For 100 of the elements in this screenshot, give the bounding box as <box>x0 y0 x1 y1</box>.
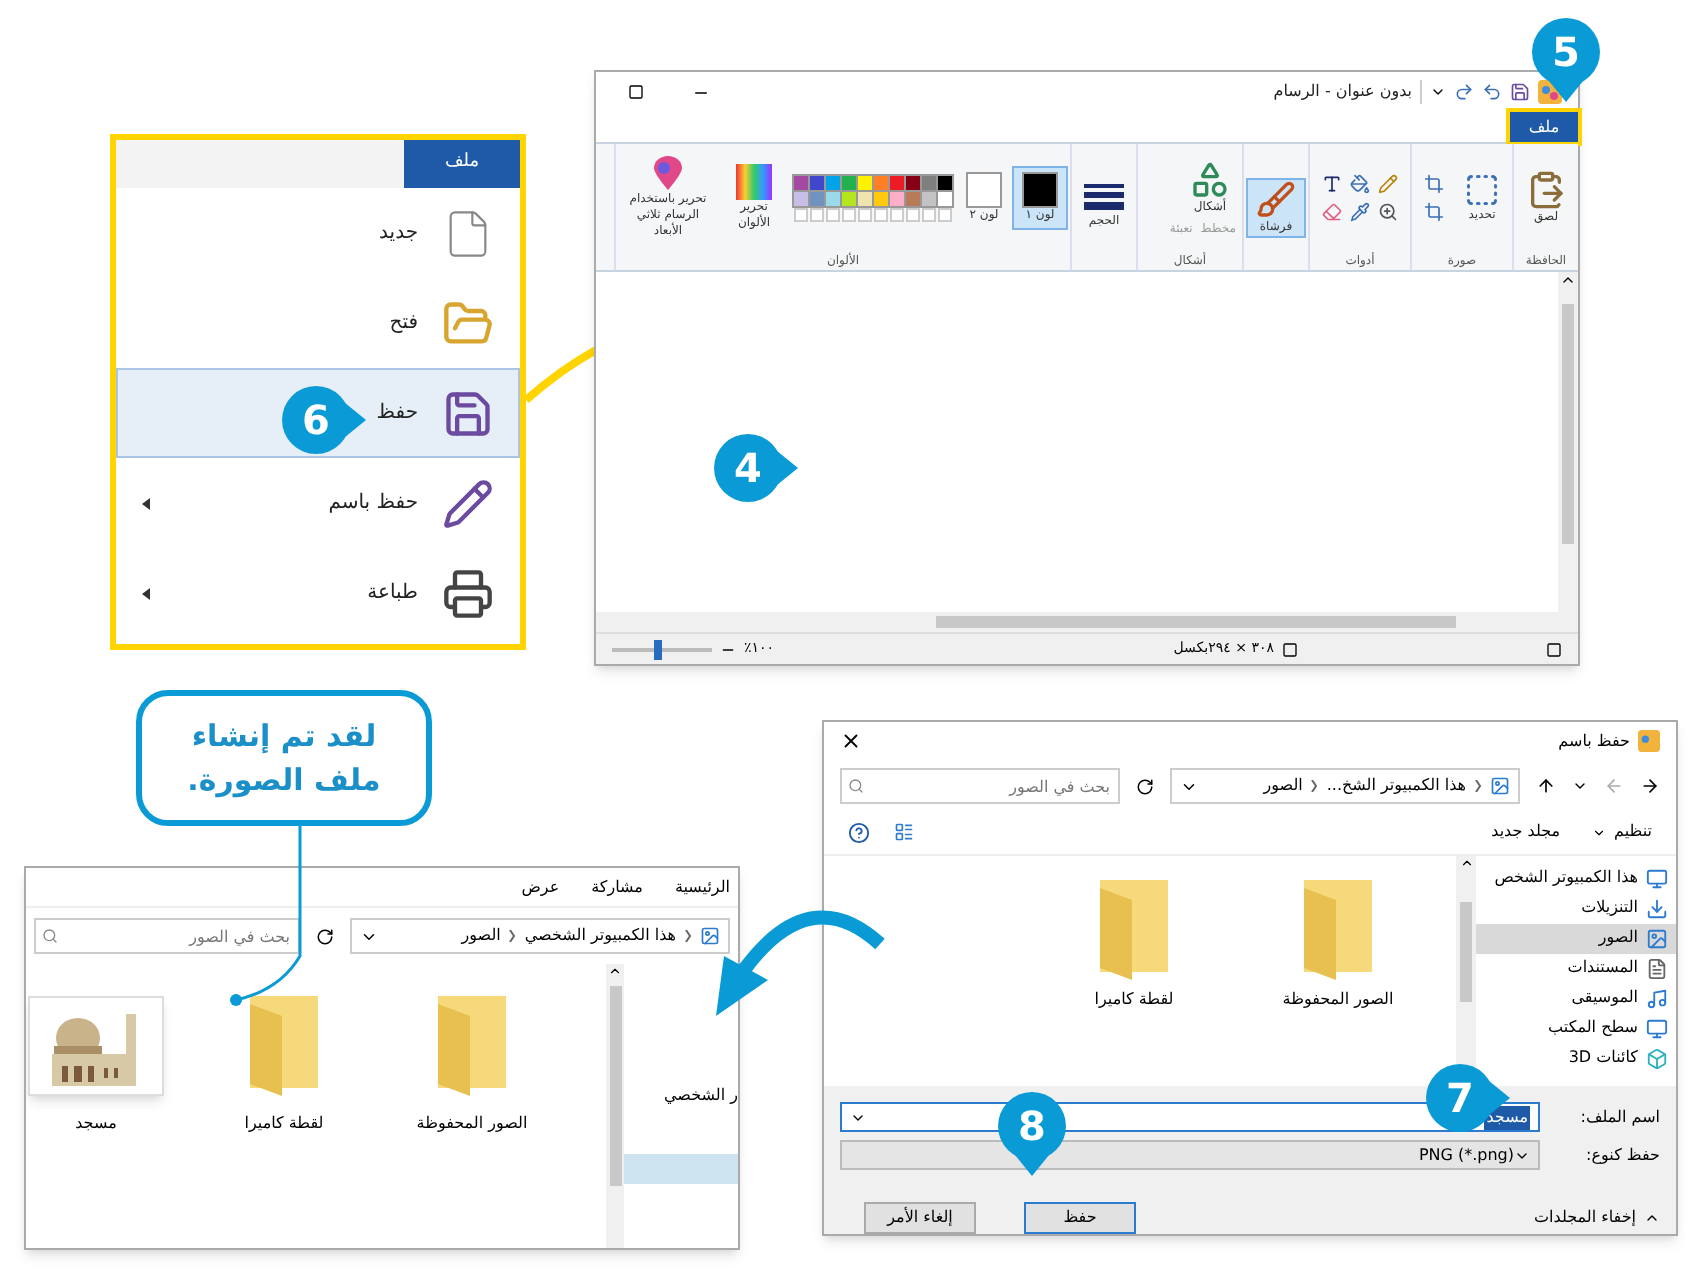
file-item[interactable]: الصور المحفوظة <box>402 996 542 1248</box>
pictures-icon <box>1646 927 1668 950</box>
view-icon[interactable] <box>894 822 914 843</box>
save-button[interactable]: حفظ <box>1024 1202 1136 1234</box>
palette-swatch[interactable] <box>826 175 840 189</box>
nav-item[interactable]: التنزيلات <box>1476 893 1676 924</box>
palette-swatch[interactable] <box>794 191 808 205</box>
palette-swatch[interactable] <box>922 175 936 189</box>
palette-swatch[interactable] <box>874 191 888 205</box>
file-item[interactable]: لقطة كاميرا <box>214 996 354 1248</box>
palette-swatch[interactable] <box>874 175 888 189</box>
file-tab[interactable]: ملف <box>404 140 520 188</box>
palette-swatch[interactable] <box>858 175 872 189</box>
refresh-icon[interactable] <box>316 927 334 945</box>
mosque-thumbnail[interactable] <box>28 996 164 1096</box>
chevron-icon <box>1644 1210 1660 1226</box>
menu-item[interactable]: جديد <box>116 188 520 278</box>
menu-item[interactable]: طباعة <box>116 548 520 638</box>
crop-icon <box>1424 174 1444 194</box>
palette-swatch[interactable] <box>906 175 920 189</box>
file-tab[interactable]: ملف <box>1510 112 1578 142</box>
palette-swatch[interactable] <box>890 175 904 189</box>
scrollbar-thumb[interactable] <box>936 616 1456 628</box>
palette-swatch[interactable] <box>922 191 936 205</box>
clipboard-icon <box>1526 170 1566 210</box>
folder-item[interactable]: الصور المحفوظة <box>1268 879 1408 1086</box>
nav-item[interactable]: ر الشخصي <box>624 1084 738 1114</box>
address-bar[interactable]: هذا الكمبيوتر الشخصي الصور <box>350 918 730 954</box>
path-segment[interactable]: الصور <box>1263 774 1303 799</box>
path-segment[interactable]: هذا الكمبيوتر الشخصي <box>524 924 676 948</box>
magnifier-icon[interactable] <box>1378 202 1398 222</box>
ribbon-tab[interactable]: الرئيسية <box>674 875 730 899</box>
palette-swatch[interactable] <box>938 175 952 189</box>
zoom-slider-thumb[interactable] <box>653 639 661 659</box>
menu-item-label: طباعة <box>367 580 418 608</box>
palette-swatch[interactable] <box>890 191 904 205</box>
file-type-select[interactable]: PNG (*.png) <box>840 1140 1540 1170</box>
folder-icon <box>442 297 494 349</box>
save-icon[interactable] <box>1510 82 1530 102</box>
palette-swatch[interactable] <box>906 191 920 205</box>
ribbon-tab[interactable]: مشاركة <box>591 875 643 899</box>
fill-icon[interactable] <box>1350 174 1370 194</box>
path-segment[interactable]: الصور <box>461 924 501 948</box>
palette-swatch[interactable] <box>810 175 824 189</box>
forward-icon[interactable] <box>1604 776 1624 797</box>
pencil-icon[interactable] <box>1378 174 1398 194</box>
help-icon[interactable] <box>848 821 870 844</box>
dropdown-icon <box>1592 825 1607 840</box>
nav-item[interactable]: الموسيقى <box>1476 983 1676 1014</box>
scrollbar-thumb[interactable] <box>1460 901 1472 1002</box>
maximize-icon[interactable] <box>628 84 644 100</box>
nav-item[interactable]: كائنات 3D <box>1476 1043 1676 1074</box>
field-label: اسم الملف: <box>1578 1105 1660 1129</box>
eraser-icon[interactable] <box>1322 202 1342 222</box>
new-folder-button[interactable]: مجلد جديد <box>1491 820 1561 845</box>
nav-item[interactable]: المستندات <box>1476 953 1676 984</box>
scrollbar-thumb[interactable] <box>1562 304 1574 544</box>
menu-item-label: حفظ باسم <box>328 490 418 518</box>
refresh-icon[interactable] <box>1136 777 1154 796</box>
address-bar[interactable]: هذا الكمبيوتر الشخ... الصور <box>1170 768 1520 805</box>
palette-swatch[interactable] <box>858 191 872 205</box>
palette-swatch[interactable] <box>794 175 808 189</box>
up-icon[interactable] <box>1536 776 1556 797</box>
menu-item[interactable]: فتح <box>116 278 520 368</box>
text-icon[interactable] <box>1322 174 1342 194</box>
search-icon <box>42 928 58 944</box>
file-item[interactable]: مسجد <box>26 996 166 1248</box>
breadcrumb-chevron-icon <box>508 930 517 942</box>
palette-swatch[interactable] <box>842 191 856 205</box>
nav-item[interactable]: هذا الكمبيوتر الشخص <box>1476 863 1676 894</box>
paint-app-icon <box>1638 730 1660 753</box>
menu-item[interactable]: حفظ باسم <box>116 458 520 548</box>
nav-item[interactable]: سطح المكتب <box>1476 1013 1676 1044</box>
palette-swatch[interactable] <box>842 175 856 189</box>
scroll-up-icon[interactable] <box>1459 855 1473 870</box>
pictures-icon <box>1490 776 1510 797</box>
color-picker-icon[interactable] <box>1350 202 1370 222</box>
folder-item[interactable]: لقطة كاميرا <box>1064 879 1204 1086</box>
close-icon[interactable] <box>840 730 862 753</box>
folder-icon <box>438 996 506 1096</box>
palette-swatch[interactable] <box>938 191 952 205</box>
scroll-up-icon[interactable] <box>1560 272 1576 288</box>
ribbon-tab[interactable]: عرض <box>521 875 560 899</box>
path-segment[interactable]: هذا الكمبيوتر الشخ... <box>1326 774 1466 799</box>
search-field[interactable]: بحث في الصور <box>34 918 300 954</box>
search-field[interactable]: بحث في الصور <box>840 768 1120 805</box>
nav-item[interactable]: الصور <box>1476 923 1676 954</box>
dropdown-icon[interactable] <box>1430 84 1446 100</box>
scroll-up-icon[interactable] <box>608 964 623 978</box>
cancel-button[interactable]: إلغاء الأمر <box>864 1202 976 1234</box>
palette-swatch[interactable] <box>810 191 824 205</box>
back-icon[interactable] <box>1640 776 1660 797</box>
redo-icon[interactable] <box>1454 82 1474 102</box>
pictures-icon <box>700 926 720 946</box>
organize-menu[interactable]: تنظيم <box>1592 820 1652 845</box>
undo-icon[interactable] <box>1482 82 1502 102</box>
hide-folders-toggle[interactable]: إخفاء المجلدات <box>1533 1206 1660 1230</box>
palette-swatch[interactable] <box>826 191 840 205</box>
scrollbar-thumb[interactable] <box>609 986 622 1186</box>
breadcrumb-chevron-icon <box>684 930 692 942</box>
